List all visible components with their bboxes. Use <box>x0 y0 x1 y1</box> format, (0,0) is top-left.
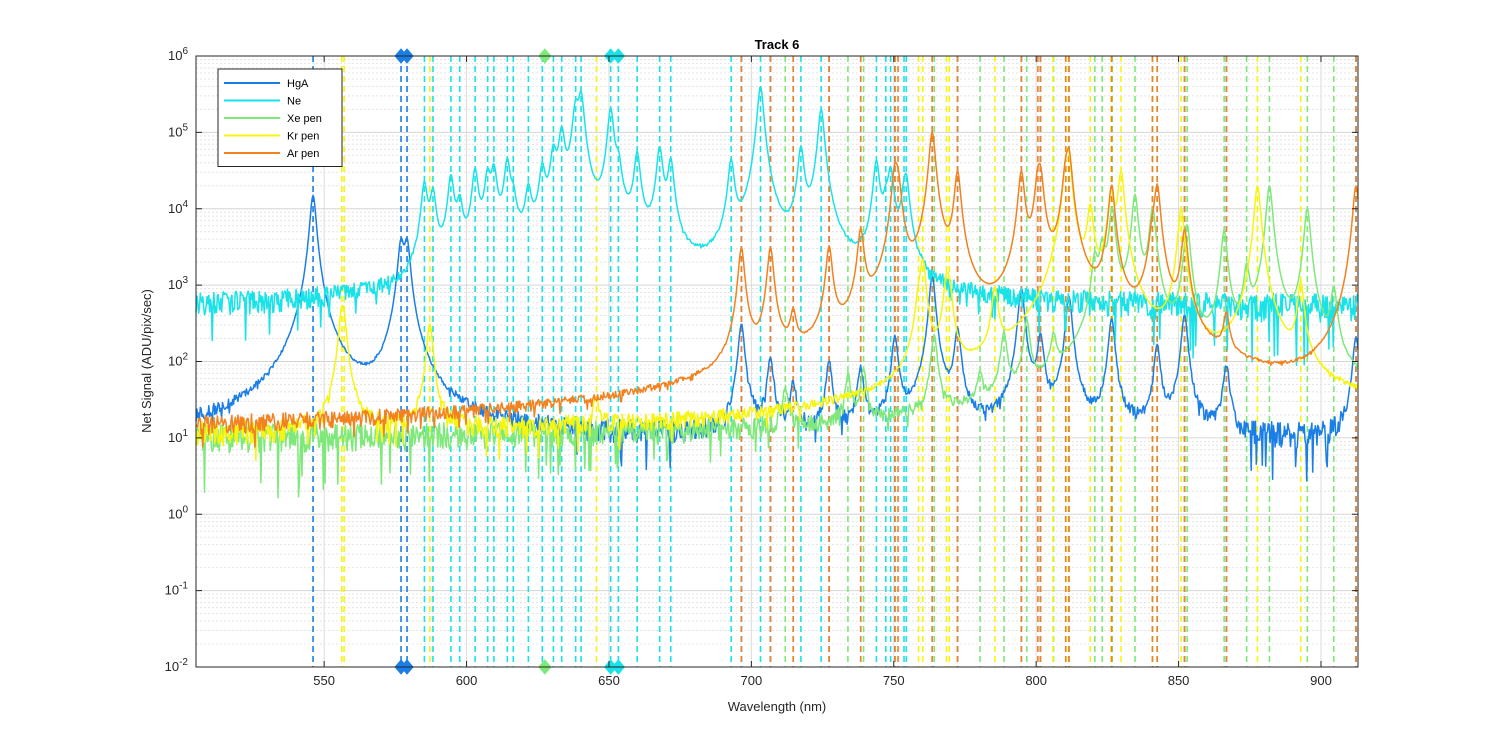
x-tick-label: 600 <box>456 673 478 688</box>
y-tick-label: 105 <box>168 122 188 139</box>
y-tick-label: 104 <box>168 199 188 216</box>
y-tick-label: 10-1 <box>165 581 189 598</box>
y-tick-label: 106 <box>168 46 188 63</box>
y-tick-label: 100 <box>168 504 188 521</box>
x-tick-label: 850 <box>1168 673 1190 688</box>
line-chart: 550 600 650 700 750 800 850 900 10-2 10-1 100 101 10… <box>139 37 1359 714</box>
legend-label: HgA <box>287 78 309 90</box>
figure: 550 600 650 700 750 800 850 900 10-2 10-1 100 101 10… <box>0 0 1500 750</box>
x-tick-label: 650 <box>598 673 620 688</box>
y-tick-label: 10-2 <box>165 657 189 674</box>
x-tick-label: 550 <box>313 673 335 688</box>
x-tick-label: 750 <box>883 673 905 688</box>
y-tick-label: 101 <box>168 428 188 445</box>
x-tick-label: 800 <box>1025 673 1047 688</box>
legend-label: Kr pen <box>287 131 319 143</box>
y-axis-title: Net Signal (ADU/pix/sec) <box>139 289 154 433</box>
chart-title: Track 6 <box>755 37 800 52</box>
y-tick-label: 103 <box>168 275 188 292</box>
x-axis-title: Wavelength (nm) <box>728 699 827 714</box>
legend-label: Ne <box>287 96 301 108</box>
y-tick-label: 102 <box>168 352 188 369</box>
legend[interactable]: HgA Ne Xe pen Kr pen Ar pen <box>217 68 343 167</box>
legend-label: Ar pen <box>287 148 319 160</box>
x-tick-label: 900 <box>1310 673 1332 688</box>
x-tick-label: 700 <box>741 673 763 688</box>
legend-label: Xe pen <box>287 113 322 125</box>
